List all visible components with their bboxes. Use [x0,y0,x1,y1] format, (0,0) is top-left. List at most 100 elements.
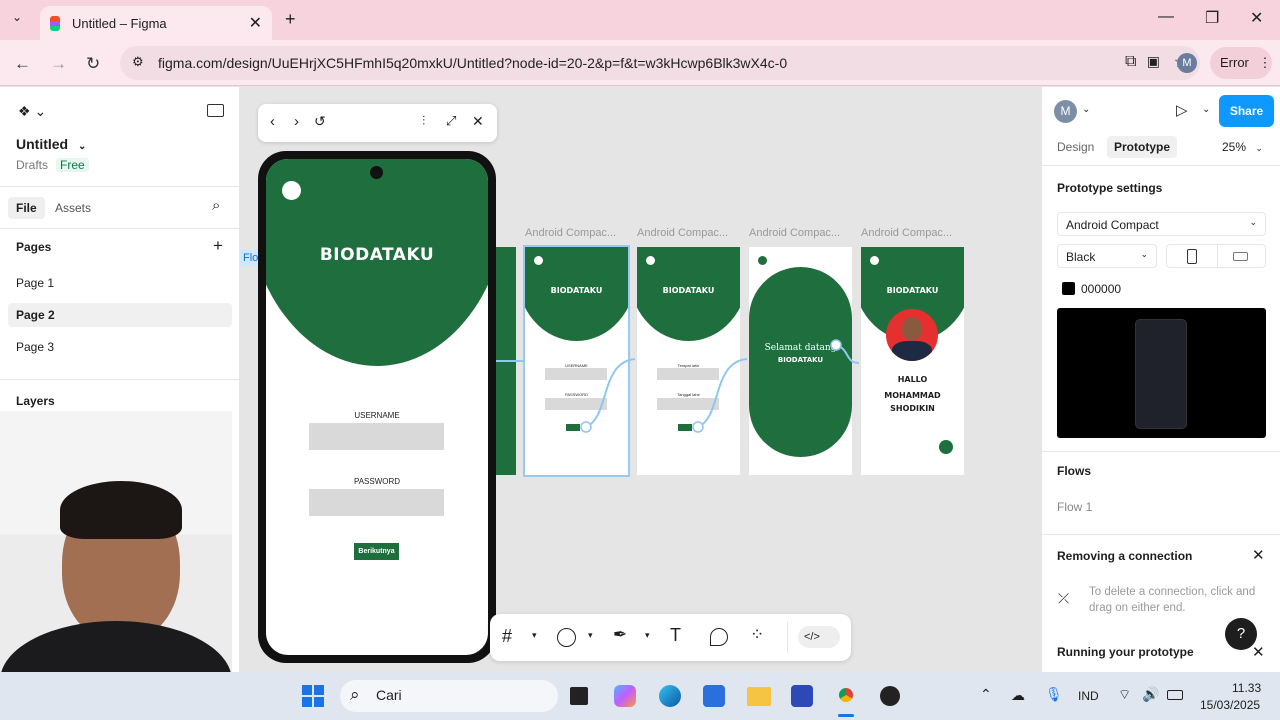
copilot-icon[interactable] [614,685,636,707]
password-input[interactable] [309,489,444,516]
app-icon[interactable] [880,686,900,706]
ellipse-tool-icon[interactable] [557,628,576,647]
frame-tool-icon[interactable]: # [502,626,512,647]
tab-prototype[interactable]: Prototype [1107,136,1178,158]
clock-time[interactable]: 11.33 [1232,681,1261,695]
page-item[interactable]: Page 2 [16,308,55,322]
dev-mode-toggle-icon[interactable]: </> [798,626,840,648]
chevron-down-icon[interactable]: ▾ [588,630,593,641]
model-select[interactable]: Black ⌄ [1057,244,1157,268]
file-title-text: Untitled [16,136,69,152]
minimize-icon[interactable]: — [1158,8,1174,26]
plan-badge: Free [56,158,89,172]
file-explorer-icon[interactable] [747,687,771,706]
toggle-sidebar-icon[interactable] [207,104,224,117]
page-action-icon[interactable]: ▣ [1147,53,1160,70]
device-mockup [1135,319,1187,429]
phone-preview[interactable]: BIODATAKU USERNAME PASSWORD Berikutnya [258,151,496,663]
figma-canvas[interactable]: ‹ › ↺ ⫶ ⤢ ✕ Android Compac... Android Co… [240,87,1040,672]
kebab-menu-icon[interactable]: ⋮ [1259,55,1272,70]
close-tip-icon[interactable]: ✕ [1252,546,1265,564]
username-input[interactable] [309,423,444,450]
zoom-value: 25% [1222,140,1247,154]
landscape-icon[interactable] [1233,252,1248,261]
chevron-down-icon[interactable]: ▾ [532,630,537,641]
chevron-down-icon: ⌄ [1249,217,1257,227]
close-window-icon[interactable]: ✕ [1250,8,1263,28]
browser-tab[interactable]: Untitled – Figma ✕ [40,6,272,40]
profile-avatar[interactable]: M [1177,53,1197,73]
connection-line [585,358,636,428]
url-text: figma.com/design/UuEHrjXC5HFmhI5q20mxkU/… [158,55,788,71]
back-icon[interactable]: ← [14,54,31,74]
start-icon[interactable] [302,685,324,707]
forward-icon[interactable]: → [50,54,67,74]
new-tab-icon[interactable]: + [285,9,296,30]
taskbar-search-placeholder: Cari [376,687,402,703]
divider [1217,245,1218,267]
tab-search-icon[interactable]: ⌄ [12,10,22,24]
header-dot [282,181,301,200]
share-button[interactable]: Share [1219,95,1274,127]
add-page-icon[interactable]: + [213,236,223,256]
divider [1042,534,1280,535]
restore-icon[interactable]: ❐ [1205,8,1219,28]
screen-title: BIODATAKU [319,245,435,265]
next-button[interactable]: Berikutnya [354,543,399,560]
color-swatch[interactable] [1062,282,1075,295]
chevron-down-icon[interactable]: ▾ [645,630,650,641]
task-view-icon[interactable] [570,687,588,705]
extensions-icon[interactable]: ⧉ [1125,53,1136,71]
page-item[interactable]: Page 3 [16,340,54,354]
present-play-icon[interactable]: ▷ [1176,101,1188,119]
tab-design[interactable]: Design [1057,140,1094,154]
battery-icon[interactable] [1167,690,1183,700]
chevron-up-icon[interactable]: ⌃ [980,686,992,703]
color-hex[interactable]: 000000 [1081,282,1121,296]
wifi-icon[interactable]: ⌔ [1118,686,1131,704]
tab-assets[interactable]: Assets [55,201,91,215]
text-tool-icon[interactable]: T [670,625,681,646]
edge-icon[interactable] [659,685,681,707]
clock-date[interactable]: 15/03/2025 [1200,698,1260,712]
chevron-down-icon[interactable]: ⌄ [1202,104,1210,115]
device-select[interactable]: Android Compact ⌄ [1057,212,1266,236]
zoom-level[interactable]: 25% ⌄ [1222,140,1263,154]
disconnect-icon: ⤫ [1058,590,1070,606]
store-icon[interactable] [703,685,725,707]
camera-hole-icon [370,166,383,179]
volume-icon[interactable]: 🔊 [1142,686,1159,703]
orientation-toggle[interactable] [1166,244,1266,268]
onedrive-icon[interactable]: ☁ [1011,687,1025,704]
page-item[interactable]: Page 1 [16,276,54,290]
search-icon[interactable]: ⌕ [212,197,220,214]
close-tab-icon[interactable]: ✕ [249,13,262,33]
phone-screen[interactable]: BIODATAKU USERNAME PASSWORD Berikutnya [266,159,488,655]
tab-file[interactable]: File [8,197,45,219]
divider [1042,451,1280,452]
flow-item[interactable]: Flow 1 [1057,500,1092,514]
drafts-label[interactable]: Drafts [16,158,48,172]
file-title[interactable]: Untitled ⌄ [16,136,86,152]
user-avatar[interactable]: M [1054,100,1077,123]
portrait-icon[interactable] [1187,249,1197,264]
error-button[interactable]: Error ⋮ [1210,47,1272,79]
comment-tool-icon[interactable] [710,628,728,646]
reload-icon[interactable]: ↻ [86,54,100,74]
figma-right-panel: M ⌄ ▷ ⌄ Share Design Prototype 25% ⌄ Pro… [1041,87,1280,672]
tip-body: To delete a connection, click and drag o… [1089,586,1256,614]
microphone-icon[interactable]: 🎙 [1045,686,1063,703]
actions-tool-icon[interactable]: ⁘ [750,625,764,645]
device-preview [1057,308,1266,438]
close-running-icon[interactable]: ✕ [1252,643,1265,661]
language-indicator[interactable]: IND [1078,689,1099,703]
chevron-down-icon[interactable]: ⌄ [1082,104,1090,115]
figma-menu-icon[interactable]: ❖ ⌄ [18,103,46,120]
pen-tool-icon[interactable]: ✒ [613,625,627,645]
app-icon[interactable] [791,685,813,707]
chrome-icon[interactable] [834,683,858,707]
address-bar[interactable]: ⚙ figma.com/design/UuEHrjXC5HFmhI5q20mxk… [120,46,1200,80]
site-info-icon[interactable]: ⚙ [132,54,144,70]
help-button[interactable]: ? [1225,618,1257,650]
taskbar-search[interactable]: ⌕ Cari [340,680,558,712]
